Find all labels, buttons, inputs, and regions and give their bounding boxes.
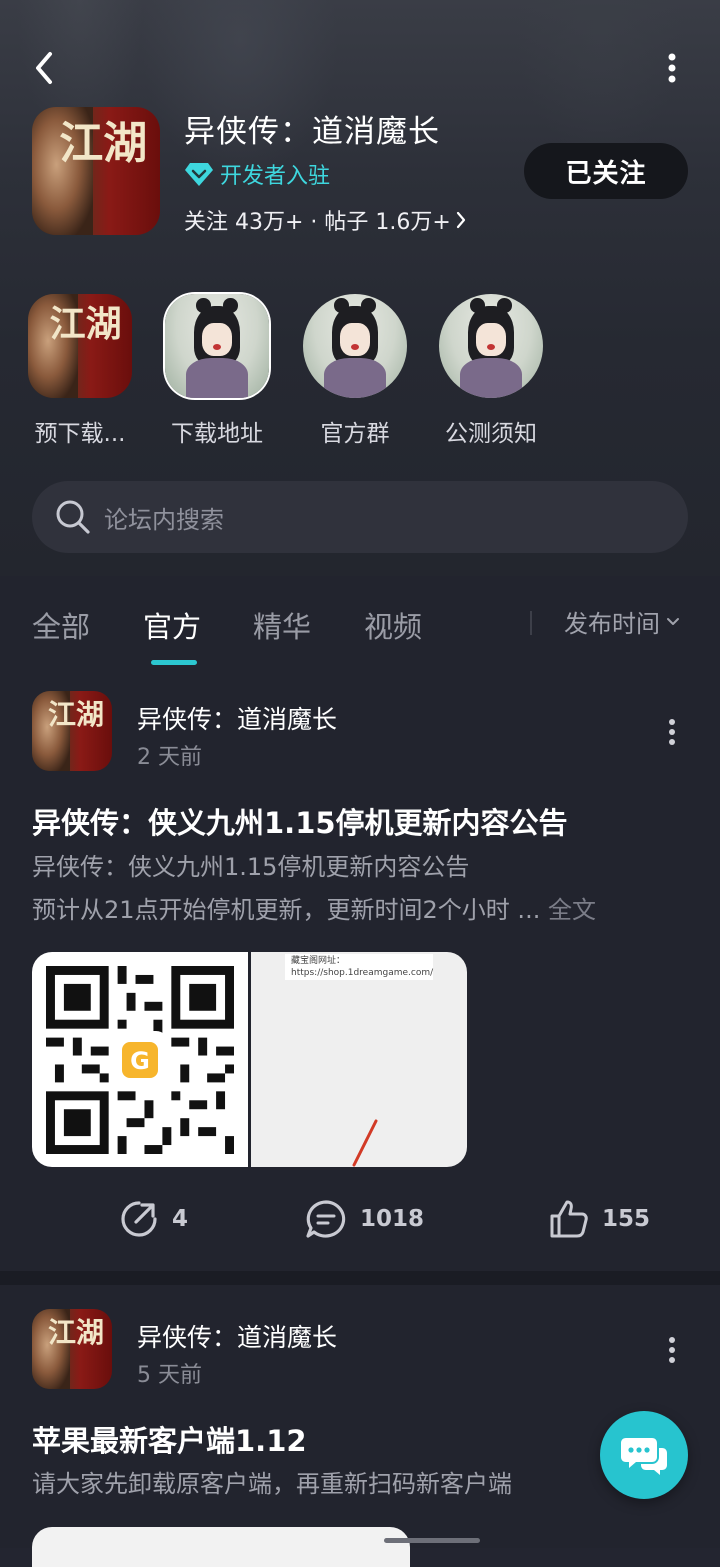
post-excerpt-text: 预计从21点开始停机更新，更新时间2个小时 ... xyxy=(32,896,541,924)
tab-all[interactable]: 全部 xyxy=(32,604,90,646)
search-icon xyxy=(56,500,90,534)
comment-action[interactable]: 1018 xyxy=(304,1198,424,1240)
post-title[interactable]: 苹果最新客户端1.12 xyxy=(32,1418,307,1460)
comment-icon xyxy=(306,1200,346,1238)
read-more-link[interactable]: 全文 xyxy=(548,896,596,924)
tab-divider xyxy=(530,611,532,635)
shortcut-official-group[interactable]: 官方群 xyxy=(290,294,420,448)
back-arrow-icon xyxy=(36,52,52,84)
comment-count: 1018 xyxy=(360,1206,425,1232)
shortcut-label: 官方群 xyxy=(320,421,390,447)
vertical-dots-icon xyxy=(668,53,676,83)
post-more-button[interactable] xyxy=(664,1335,680,1365)
game-title: 异侠传：道消魔长 xyxy=(184,114,440,150)
like-action[interactable]: 155 xyxy=(548,1198,650,1240)
shortcut-label: 公测须知 xyxy=(445,421,537,447)
game-logo-icon: G xyxy=(114,1034,166,1086)
forum-search-bar[interactable]: 论坛内搜索 xyxy=(32,481,688,553)
like-count: 155 xyxy=(602,1206,651,1232)
screenshot-image: 藏宝阁网址：https://shop.1dreamgame.com/ xyxy=(251,952,467,1167)
author-avatar[interactable]: 江湖 xyxy=(32,691,112,771)
forum-header: 江湖 异侠传：道消魔长 开发者入驻 关注 43万+ · 帖子 1.6万+ 已关注… xyxy=(0,0,720,576)
post-title[interactable]: 异侠传：侠义九州1.15停机更新内容公告 xyxy=(32,800,568,842)
share-count: 4 xyxy=(172,1206,189,1232)
post-author-name[interactable]: 异侠传：道消魔长 xyxy=(137,700,337,736)
avatar-calligraphy: 江湖 xyxy=(47,1315,104,1349)
new-post-button[interactable] xyxy=(600,1411,688,1499)
tab-featured[interactable]: 精华 xyxy=(253,604,311,646)
thumb-calligraphy: 江湖 xyxy=(49,303,122,346)
character-portrait-thumbnail xyxy=(303,294,407,398)
shortcut-download-address[interactable]: 下载地址 xyxy=(152,294,282,448)
home-indicator xyxy=(384,1538,480,1543)
developer-badge[interactable]: 开发者入驻 xyxy=(184,158,330,190)
followers-and-posts-count: 关注 43万+ · 帖子 1.6万+ xyxy=(184,210,451,235)
shop-url-caption: 藏宝阁网址：https://shop.1dreamgame.com/ xyxy=(285,954,433,980)
vertical-dots-icon xyxy=(669,1337,675,1363)
thumbs-up-icon xyxy=(550,1200,588,1238)
character-portrait-thumbnail xyxy=(439,294,543,398)
forum-stats[interactable]: 关注 43万+ · 帖子 1.6万+ xyxy=(184,204,467,236)
game-art-thumbnail: 江湖 xyxy=(28,294,132,398)
post-more-button[interactable] xyxy=(664,717,680,747)
search-placeholder: 论坛内搜索 xyxy=(104,505,224,534)
active-tab-indicator xyxy=(151,660,197,665)
post-timestamp: 2 天前 xyxy=(137,745,202,770)
game-icon[interactable]: 江湖 xyxy=(32,107,160,235)
red-stroke-mark xyxy=(352,1119,378,1167)
shortcut-beta-notice[interactable]: 公测须知 xyxy=(426,294,556,448)
post-separator xyxy=(0,1271,720,1285)
svg-text:G: G xyxy=(130,1047,150,1075)
back-button[interactable] xyxy=(22,46,66,90)
qr-code-image: G xyxy=(32,952,248,1167)
character-portrait-thumbnail xyxy=(165,294,269,398)
follow-button[interactable]: 已关注 xyxy=(524,143,688,199)
developer-badge-label: 开发者入驻 xyxy=(220,164,331,189)
post-excerpt-line2: 预计从21点开始停机更新，更新时间2个小时 ... 全文 xyxy=(32,889,596,932)
shortcut-label: 预下载... xyxy=(34,421,126,447)
tab-video[interactable]: 视频 xyxy=(364,604,422,646)
icon-calligraphy: 江湖 xyxy=(59,118,148,170)
more-options-button[interactable] xyxy=(662,48,682,88)
sort-label: 发布时间 xyxy=(564,610,660,638)
post-image[interactable]: G 藏宝阁网址：https://shop.1dreamgame.com/ xyxy=(32,952,467,1167)
chevron-right-icon xyxy=(456,211,465,229)
sort-dropdown[interactable]: 发布时间 xyxy=(564,604,680,639)
post-author-name[interactable]: 异侠传：道消魔长 xyxy=(137,1318,337,1354)
post-excerpt-line1: 异侠传：侠义九州1.15停机更新内容公告 xyxy=(32,853,470,881)
share-icon xyxy=(121,1201,157,1237)
shortcut-label: 下载地址 xyxy=(171,421,263,447)
shortcut-row: 江湖 预下载... 下载地址 官方群 公测须知 xyxy=(0,294,720,454)
tab-official[interactable]: 官方 xyxy=(143,604,201,646)
share-action[interactable]: 4 xyxy=(118,1198,188,1240)
shortcut-pre-download[interactable]: 江湖 预下载... xyxy=(15,294,145,448)
post-excerpt-line1: 请大家先卸载原客户端，再重新扫码新客户端 xyxy=(32,1470,512,1498)
chat-bubble-icon xyxy=(621,1438,667,1475)
post-timestamp: 5 天前 xyxy=(137,1363,202,1388)
author-avatar[interactable]: 江湖 xyxy=(32,1309,112,1389)
vertical-dots-icon xyxy=(669,719,675,745)
chevron-down-icon xyxy=(667,617,679,625)
avatar-calligraphy: 江湖 xyxy=(47,697,104,731)
post-image-preview[interactable] xyxy=(32,1527,410,1567)
diamond-icon xyxy=(185,163,213,186)
